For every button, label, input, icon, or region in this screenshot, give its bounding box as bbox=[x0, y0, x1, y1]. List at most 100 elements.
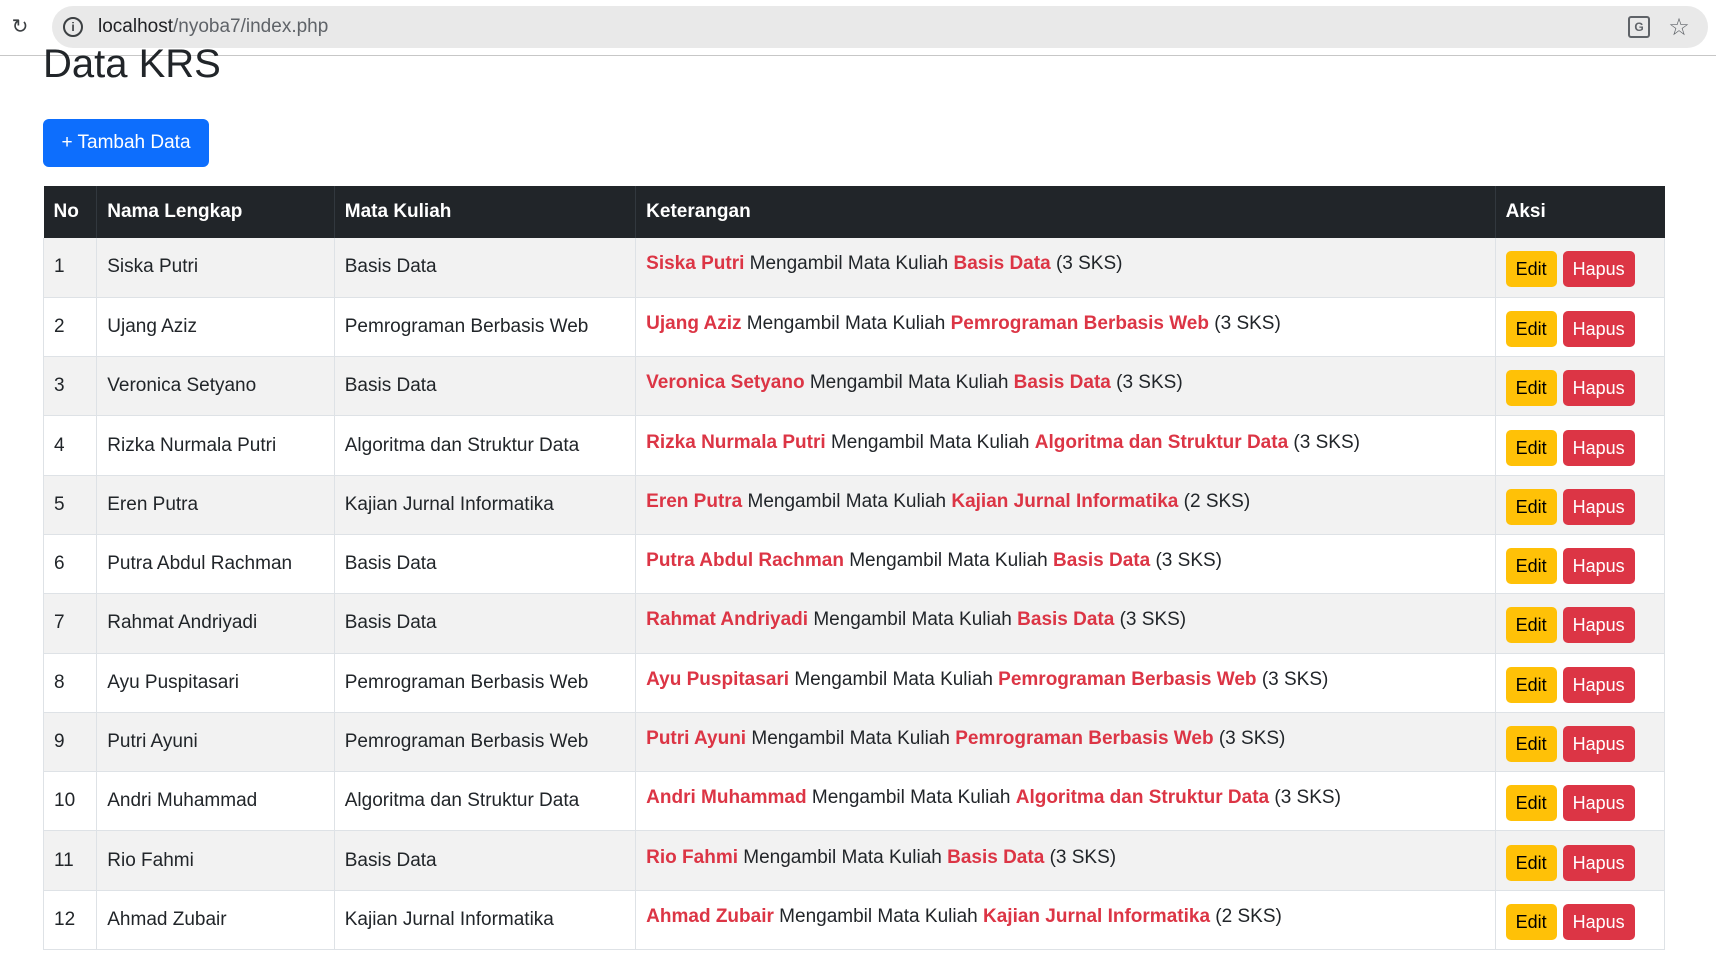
cell-keterangan: Siska Putri Mengambil Mata Kuliah Basis … bbox=[635, 238, 1496, 298]
edit-button[interactable]: Edit bbox=[1505, 666, 1557, 703]
header-aksi: Aksi bbox=[1495, 186, 1665, 238]
table-row: 1 Siska Putri Basis Data Siska Putri Mengam… bbox=[42, 238, 1666, 298]
table-row: 6 Putra Abdul Rachman Basis Data Putra Abdu… bbox=[42, 534, 1666, 595]
cell-no: 7 bbox=[42, 593, 98, 654]
header-no: No bbox=[43, 186, 98, 238]
table-row: 8 Ayu Puspitasari Pemrograman Berbasis Web… bbox=[42, 653, 1666, 713]
edit-button[interactable]: Edit bbox=[1505, 370, 1557, 407]
cell-nama: Ujang Aziz bbox=[96, 297, 335, 358]
desc-course-name: Kajian Jurnal Informatika bbox=[951, 490, 1179, 512]
reload-icon[interactable]: ↻ bbox=[8, 14, 32, 38]
edit-button[interactable]: Edit bbox=[1505, 429, 1557, 466]
cell-nama: Eren Putra bbox=[96, 475, 335, 535]
cell-no: 2 bbox=[42, 297, 98, 358]
desc-sks: (3 SKS) bbox=[1116, 372, 1183, 394]
cell-aksi: Edit Hapus bbox=[1495, 415, 1666, 476]
desc-student-name: Putri Ayuni bbox=[646, 728, 747, 750]
delete-button[interactable]: Hapus bbox=[1562, 903, 1635, 940]
cell-no: 5 bbox=[42, 475, 98, 535]
edit-button[interactable]: Edit bbox=[1505, 548, 1557, 585]
cell-keterangan: Rizka Nurmala Putri Mengambil Mata Kulia… bbox=[635, 415, 1496, 476]
header-matkul: Mata Kuliah bbox=[334, 186, 637, 238]
cell-matkul: Algoritma dan Struktur Data bbox=[334, 415, 637, 476]
cell-aksi: Edit Hapus bbox=[1495, 475, 1666, 535]
desc-course-name: Kajian Jurnal Informatika bbox=[983, 905, 1211, 927]
desc-connector: Mengambil Mata Kuliah bbox=[811, 787, 1011, 809]
cell-aksi: Edit Hapus bbox=[1495, 356, 1666, 417]
desc-sks: (3 SKS) bbox=[1049, 846, 1117, 868]
cell-keterangan: Putra Abdul Rachman Mengambil Mata Kulia… bbox=[635, 534, 1496, 595]
edit-button[interactable]: Edit bbox=[1505, 488, 1557, 525]
edit-button[interactable]: Edit bbox=[1505, 310, 1557, 347]
delete-button[interactable]: Hapus bbox=[1562, 429, 1635, 466]
delete-button[interactable]: Hapus bbox=[1562, 370, 1635, 407]
cell-aksi: Edit Hapus bbox=[1495, 890, 1666, 951]
cell-nama: Siska Putri bbox=[96, 238, 335, 298]
info-icon[interactable]: i bbox=[63, 17, 83, 37]
cell-nama: Putra Abdul Rachman bbox=[96, 534, 335, 595]
desc-sks: (3 SKS) bbox=[1293, 431, 1360, 453]
desc-student-name: Rizka Nurmala Putri bbox=[646, 431, 826, 453]
cell-aksi: Edit Hapus bbox=[1495, 593, 1666, 654]
cell-no: 6 bbox=[42, 534, 98, 595]
cell-keterangan: Eren Putra Mengambil Mata Kuliah Kajian … bbox=[635, 475, 1496, 535]
desc-student-name: Rio Fahmi bbox=[646, 846, 738, 868]
address-bar[interactable]: i localhost/nyoba7/index.php G ☆ bbox=[52, 6, 1708, 48]
delete-button[interactable]: Hapus bbox=[1562, 785, 1635, 822]
edit-button[interactable]: Edit bbox=[1505, 251, 1557, 288]
desc-course-name: Pemrograman Berbasis Web bbox=[950, 312, 1209, 334]
desc-sks: (2 SKS) bbox=[1215, 905, 1282, 927]
url-text[interactable]: localhost/nyoba7/index.php bbox=[98, 17, 328, 37]
edit-button[interactable]: Edit bbox=[1505, 844, 1557, 881]
translate-icon[interactable]: G bbox=[1628, 16, 1650, 38]
cell-no: 4 bbox=[42, 415, 98, 476]
desc-sks: (3 SKS) bbox=[1214, 312, 1281, 334]
cell-matkul: Pemrograman Berbasis Web bbox=[334, 297, 637, 358]
desc-connector: Mengambil Mata Kuliah bbox=[746, 312, 946, 334]
cell-nama: Veronica Setyano bbox=[96, 356, 335, 417]
delete-button[interactable]: Hapus bbox=[1562, 488, 1635, 525]
desc-course-name: Basis Data bbox=[1017, 609, 1115, 631]
page-title: Data KRS bbox=[43, 42, 221, 86]
desc-sks: (3 SKS) bbox=[1274, 787, 1341, 809]
add-data-button[interactable]: + Tambah Data bbox=[43, 119, 209, 167]
cell-aksi: Edit Hapus bbox=[1495, 830, 1666, 891]
cell-matkul: Basis Data bbox=[334, 356, 637, 417]
cell-no: 11 bbox=[42, 830, 98, 891]
delete-button[interactable]: Hapus bbox=[1562, 548, 1635, 585]
cell-nama: Ayu Puspitasari bbox=[96, 653, 335, 713]
delete-button[interactable]: Hapus bbox=[1562, 666, 1635, 703]
delete-button[interactable]: Hapus bbox=[1562, 607, 1635, 644]
cell-keterangan: Rahmat Andriyadi Mengambil Mata Kuliah B… bbox=[635, 593, 1496, 654]
desc-student-name: Ahmad Zubair bbox=[646, 905, 774, 927]
cell-matkul: Algoritma dan Struktur Data bbox=[334, 771, 637, 832]
cell-aksi: Edit Hapus bbox=[1495, 712, 1666, 773]
url-path: /nyoba7/index.php bbox=[173, 16, 329, 37]
delete-button[interactable]: Hapus bbox=[1562, 844, 1635, 881]
table-header: No Nama Lengkap Mata Kuliah Keterangan A… bbox=[43, 186, 1665, 238]
desc-sks: (3 SKS) bbox=[1261, 668, 1329, 690]
cell-keterangan: Ujang Aziz Mengambil Mata Kuliah Pemrogr… bbox=[635, 297, 1496, 358]
header-nama: Nama Lengkap bbox=[96, 186, 335, 238]
cell-matkul: Basis Data bbox=[334, 593, 637, 654]
cell-no: 3 bbox=[42, 356, 98, 417]
desc-course-name: Basis Data bbox=[953, 253, 1051, 275]
edit-button[interactable]: Edit bbox=[1505, 903, 1557, 940]
desc-sks: (3 SKS) bbox=[1119, 609, 1187, 631]
cell-matkul: Basis Data bbox=[334, 238, 637, 298]
delete-button[interactable]: Hapus bbox=[1562, 251, 1635, 288]
desc-course-name: Basis Data bbox=[947, 846, 1045, 868]
desc-student-name: Veronica Setyano bbox=[646, 372, 805, 394]
table-row: 9 Putri Ayuni Pemrograman Berbasis Web Putr… bbox=[42, 712, 1666, 773]
edit-button[interactable]: Edit bbox=[1505, 785, 1557, 822]
cell-nama: Ahmad Zubair bbox=[96, 890, 335, 951]
delete-button[interactable]: Hapus bbox=[1562, 726, 1635, 763]
edit-button[interactable]: Edit bbox=[1505, 726, 1557, 763]
desc-connector: Mengambil Mata Kuliah bbox=[794, 668, 993, 690]
desc-connector: Mengambil Mata Kuliah bbox=[751, 728, 950, 750]
desc-sks: (3 SKS) bbox=[1155, 550, 1223, 572]
delete-button[interactable]: Hapus bbox=[1562, 310, 1635, 347]
desc-course-name: Basis Data bbox=[1013, 372, 1111, 394]
edit-button[interactable]: Edit bbox=[1505, 607, 1557, 644]
star-icon[interactable]: ☆ bbox=[1666, 13, 1692, 41]
